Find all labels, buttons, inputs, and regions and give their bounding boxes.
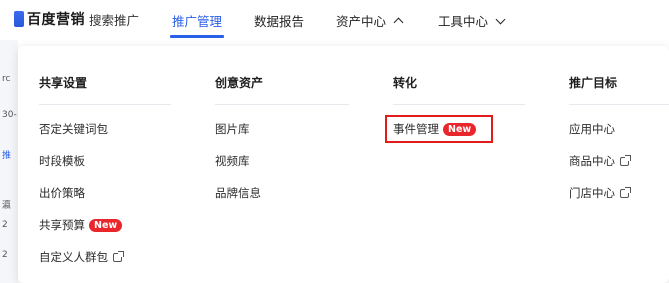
chevron-down-icon [495,14,506,24]
menu-item-label: 否定关键词包 [39,122,108,136]
nav-tab-label: 推广管理 [172,14,223,29]
external-link-icon [113,250,124,262]
menu-item-label: 商品中心 [569,154,615,168]
nav-tab-label: 资产中心 [336,14,387,29]
menu-column-title: 创意资产 [215,76,264,90]
nav-tab-label: 工具中心 [438,14,489,29]
column-divider [569,104,669,105]
background-text: 2 [2,250,8,260]
brand-subtitle: 搜索推广 [89,12,140,28]
nav-tab-promotion-management[interactable]: 推广管理 [172,11,222,30]
menu-column-title: 转化 [393,76,418,90]
active-tab-indicator [170,35,224,38]
menu-item-shared-budget[interactable]: 共享预算 New [39,217,123,233]
menu-item-app-center[interactable]: 应用中心 [569,121,615,137]
column-divider [393,104,525,105]
background-page-edge: rc 30- 推 瀛 2 2 [0,40,18,283]
menu-item-bid-strategy[interactable]: 出价策略 [39,185,85,201]
chevron-up-icon [393,17,404,28]
new-badge: New [89,218,123,232]
external-link-icon [620,154,631,166]
menu-item-label: 品牌信息 [215,186,261,200]
menu-item-label: 出价策略 [39,186,85,200]
menu-column-title: 推广目标 [569,76,618,90]
external-link-icon [620,186,631,198]
menu-item-time-template[interactable]: 时段模板 [39,153,85,169]
nav-tab-data-report[interactable]: 数据报告 [254,11,304,30]
column-divider [215,104,349,105]
nav-tab-label: 数据报告 [254,14,305,29]
menu-item-negative-keyword-pack[interactable]: 否定关键词包 [39,121,108,137]
background-text: rc [2,74,11,84]
menu-item-label: 自定义人群包 [39,250,108,264]
brand-logo[interactable]: 百度营销 搜索推广 [14,9,139,29]
nav-tab-asset-center[interactable]: 资产中心 [336,11,404,30]
baidu-paw-icon [14,11,24,27]
menu-item-store-center[interactable]: 门店中心 [569,185,631,201]
nav-tab-tool-center[interactable]: 工具中心 [438,11,506,30]
menu-item-product-center[interactable]: 商品中心 [569,153,631,169]
asset-center-dropdown-menu: 共享设置 否定关键词包 时段模板 出价策略 共享预算 New 自定义人群包 创意… [18,46,669,283]
menu-item-label: 共享预算 [39,218,85,232]
column-divider [39,104,171,105]
menu-item-image-library[interactable]: 图片库 [215,121,250,137]
highlight-annotation-box [385,115,493,143]
background-text: 瀛 [2,201,12,211]
brand-name: 百度营销 [27,12,85,28]
background-text: 2 [2,220,8,230]
menu-item-label: 应用中心 [569,122,615,136]
menu-item-video-library[interactable]: 视频库 [215,153,250,169]
background-text: 30- [2,110,17,120]
top-navigation-bar: 百度营销 搜索推广 推广管理 数据报告 资产中心 工具中心 [0,0,669,40]
menu-item-label: 门店中心 [569,186,615,200]
menu-column-title: 共享设置 [39,76,88,90]
menu-item-custom-audience-pack[interactable]: 自定义人群包 [39,249,124,265]
menu-item-brand-info[interactable]: 品牌信息 [215,185,261,201]
menu-item-label: 时段模板 [39,154,85,168]
menu-item-label: 视频库 [215,154,250,168]
background-text: 推 [2,151,12,161]
menu-item-label: 图片库 [215,122,250,136]
